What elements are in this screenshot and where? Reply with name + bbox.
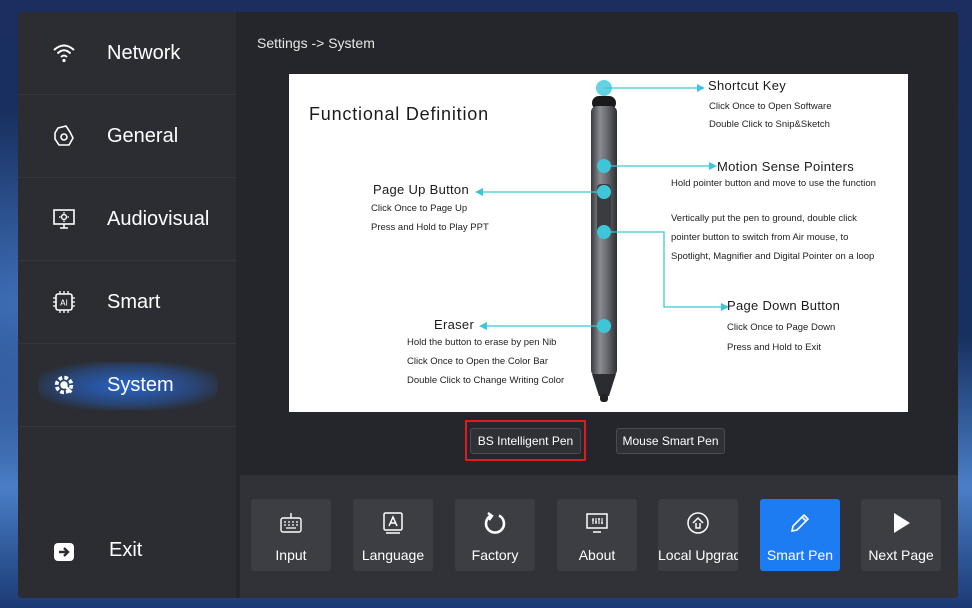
page-up-desc-1: Click Once to Page Up [371, 203, 468, 214]
page-down-desc-1: Click Once to Page Down [727, 322, 836, 333]
settings-panel: Network General Audiovisual AI Smart Sys… [18, 12, 958, 598]
sidebar-item-network[interactable]: Network [18, 12, 236, 95]
eraser-desc-2: Click Once to Open the Color Bar [407, 356, 548, 367]
sidebar-item-label: System [107, 373, 174, 396]
page-down-heading: Page Down Button [727, 298, 841, 313]
general-settings-icon [52, 124, 76, 148]
toolbar-label: Local Upgrade [658, 547, 738, 563]
sidebar-item-label: General [107, 124, 179, 147]
sidebar-item-label: Network [107, 41, 181, 64]
language-icon [381, 511, 405, 535]
eraser-heading: Eraser [434, 317, 475, 332]
toolbar-input[interactable]: Input [251, 499, 331, 571]
breadcrumb: Settings -> System [257, 35, 375, 51]
system-gear-icon [52, 373, 76, 397]
toolbar-local-upgrade[interactable]: Local Upgrade [658, 499, 738, 571]
shortcut-key-heading: Shortcut Key [708, 78, 787, 93]
toolbar-label: Factory [471, 547, 519, 563]
bottom-toolbar: Input Language Factory About Local Upgra… [240, 475, 958, 598]
toolbar-next-page[interactable]: Next Page [861, 499, 941, 571]
exit-label: Exit [109, 539, 143, 561]
reset-icon [483, 511, 507, 535]
toolbar-label: Next Page [868, 547, 934, 563]
sidebar-item-general[interactable]: General [18, 95, 236, 178]
sidebar-item-smart[interactable]: AI Smart [18, 261, 236, 344]
motion-sense-heading: Motion Sense Pointers [717, 159, 855, 174]
toolbar-label: Smart Pen [766, 547, 834, 563]
toolbar-about[interactable]: About [557, 499, 637, 571]
sidebar-item-audiovisual[interactable]: Audiovisual [18, 178, 236, 261]
pointer-mode-desc-2: pointer button to switch from Air mouse,… [671, 232, 849, 243]
bs-intelligent-pen-button[interactable]: BS Intelligent Pen [470, 428, 581, 454]
toolbar-language[interactable]: Language [353, 499, 433, 571]
shortcut-key-desc-1: Click Once to Open Software [709, 101, 832, 112]
monitor-icon [52, 207, 76, 231]
sidebar: Network General Audiovisual AI Smart Sys… [18, 12, 236, 598]
main-content: Settings -> System Functional Definition… [240, 12, 958, 472]
toolbar-label: About [578, 547, 616, 563]
ai-chip-icon: AI [52, 290, 76, 314]
exit-icon [52, 540, 76, 564]
keyboard-icon [279, 511, 303, 535]
svg-text:AI: AI [60, 299, 68, 308]
page-up-desc-2: Press and Hold to Play PPT [371, 222, 489, 233]
pointer-mode-desc-3: Spotlight, Magnifier and Digital Pointer… [671, 251, 875, 262]
toolbar-label: Language [361, 547, 425, 563]
mouse-smart-pen-button[interactable]: Mouse Smart Pen [616, 428, 725, 454]
diagram-title: Functional Definition [309, 104, 489, 124]
eraser-desc-3: Double Click to Change Writing Color [407, 375, 565, 386]
toolbar-label: Input [275, 547, 307, 563]
exit-button[interactable]: Exit [18, 522, 236, 582]
shortcut-key-desc-2: Double Click to Snip&Sketch [709, 119, 830, 130]
sidebar-item-label: Smart [107, 290, 161, 313]
sidebar-item-system[interactable]: System [18, 344, 236, 427]
about-monitor-icon [585, 511, 609, 535]
toolbar-factory[interactable]: Factory [455, 499, 535, 571]
pen-function-diagram: Functional Definition Shortcut Key Click… [289, 74, 908, 412]
page-up-heading: Page Up Button [373, 182, 469, 197]
upgrade-icon [686, 511, 710, 535]
page-down-desc-2: Press and Hold to Exit [727, 342, 821, 353]
motion-sense-desc: Hold pointer button and move to use the … [671, 178, 876, 189]
wifi-icon [52, 41, 76, 65]
sidebar-item-label: Audiovisual [107, 207, 210, 230]
toolbar-smart-pen[interactable]: Smart Pen [760, 499, 840, 571]
pen-icon [788, 511, 812, 535]
play-next-icon [889, 511, 913, 535]
eraser-desc-1: Hold the button to erase by pen Nib [407, 337, 557, 348]
pointer-mode-desc-1: Vertically put the pen to ground, double… [671, 213, 857, 224]
